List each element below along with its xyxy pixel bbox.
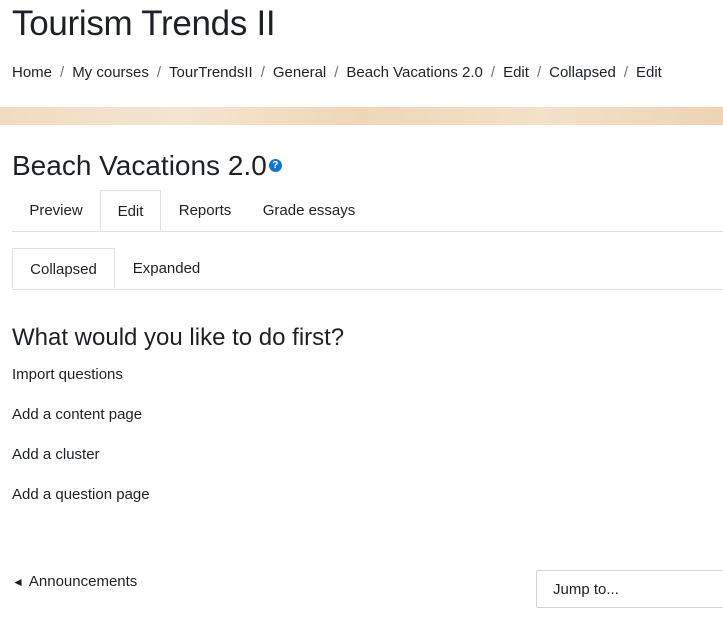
breadcrumb-collapsed[interactable]: Collapsed — [549, 64, 616, 81]
tab-preview[interactable]: Preview — [12, 190, 100, 230]
tab-edit[interactable]: Edit — [100, 190, 161, 231]
breadcrumb-activity[interactable]: Beach Vacations 2.0 — [346, 64, 482, 81]
main-tabs: Preview Edit Reports Grade essays — [12, 190, 723, 232]
jump-to-label: Jump to... — [553, 581, 619, 598]
breadcrumb-edit[interactable]: Edit — [503, 64, 529, 81]
breadcrumb-home[interactable]: Home — [12, 64, 52, 81]
breadcrumb-separator: / — [156, 64, 162, 81]
tab-reports[interactable]: Reports — [161, 190, 249, 230]
arrow-left-icon: ◄ — [12, 575, 24, 589]
breadcrumb-separator: / — [260, 64, 265, 81]
breadcrumb-separator: / — [60, 64, 65, 81]
breadcrumb-separator: / — [536, 64, 542, 81]
jump-to-select[interactable]: Jump to... — [536, 570, 723, 608]
activity-title-text: Beach Vacations 2.0 — [12, 150, 267, 181]
import-questions-link[interactable]: Import questions — [12, 366, 123, 383]
breadcrumb: Home / My courses / TourTrendsII / General / Bea… — [12, 64, 662, 81]
tab-grade-essays[interactable]: Grade essays — [249, 190, 369, 230]
previous-activity-label: Announcements — [28, 573, 138, 590]
activity-title: Beach Vacations 2.0? — [12, 150, 282, 182]
breadcrumb-current: Edit — [636, 64, 662, 81]
prompt-heading: What would you like to do first? — [12, 324, 345, 351]
tab-expanded[interactable]: Expanded — [115, 248, 218, 288]
sub-tabs: Collapsed Expanded — [12, 248, 723, 290]
breadcrumb-separator: / — [623, 64, 628, 81]
add-cluster-link[interactable]: Add a cluster — [12, 446, 100, 463]
course-title: Tourism Trends II — [12, 4, 276, 43]
breadcrumb-section[interactable]: General — [273, 64, 326, 81]
tab-collapsed[interactable]: Collapsed — [12, 248, 115, 289]
add-content-page-link[interactable]: Add a content page — [12, 406, 142, 423]
breadcrumb-my-courses[interactable]: My courses — [72, 64, 149, 81]
help-icon[interactable]: ? — [268, 159, 282, 173]
add-question-page-link[interactable]: Add a question page — [12, 486, 150, 503]
header-banner — [0, 107, 723, 125]
breadcrumb-separator: / — [334, 64, 339, 81]
previous-activity-link[interactable]: ◄ Announcements — [12, 573, 137, 590]
breadcrumb-separator: / — [490, 64, 496, 81]
breadcrumb-course[interactable]: TourTrendsII — [169, 64, 253, 81]
